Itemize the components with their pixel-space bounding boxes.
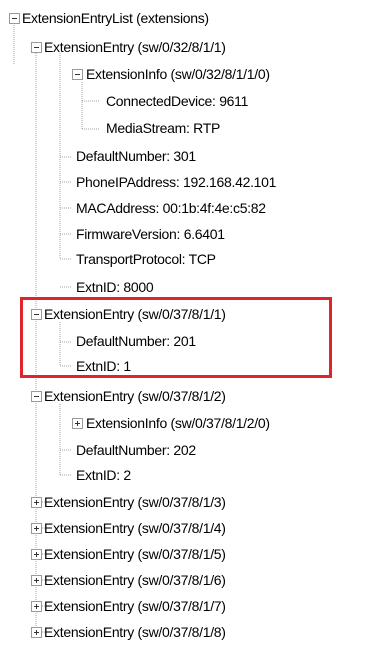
leaf-text: TransportProtocol: TCP xyxy=(76,251,216,267)
leaf-text: MACAddress: 00:1b:4f:4e:c5:82 xyxy=(76,200,266,216)
tree-node-label: ExtensionEntryList (extensions) xyxy=(22,10,209,26)
expand-toggle-icon[interactable] xyxy=(31,601,42,612)
tree-node-entry-3-info[interactable]: ExtensionInfo (sw/0/37/8/1/2/0) xyxy=(0,412,360,434)
expand-toggle-icon[interactable] xyxy=(31,549,42,560)
collapse-toggle-icon[interactable] xyxy=(9,13,20,24)
extension-tree-view[interactable]: ExtensionEntryList (extensions) Extensio… xyxy=(0,0,368,648)
highlight-box xyxy=(20,297,332,378)
leaf-text: FirmwareVersion: 6.6401 xyxy=(76,226,225,242)
leaf-text: ExtnID: 8000 xyxy=(76,279,154,295)
tree-node-root[interactable]: ExtensionEntryList (extensions) xyxy=(0,7,360,29)
tree-node-label: ExtensionEntry (sw/0/37/8/1/6) xyxy=(44,572,226,588)
tree-node-label: ExtensionEntry (sw/0/37/8/1/2) xyxy=(44,388,226,404)
tree-node-label: ExtensionEntry (sw/0/37/8/1/5) xyxy=(44,546,226,562)
expand-toggle-icon[interactable] xyxy=(31,497,42,508)
tree-node-entry-collapsed[interactable]: ExtensionEntry (sw/0/37/8/1/7) xyxy=(0,595,360,617)
tree-node-label: ExtensionInfo (sw/0/37/8/1/2/0) xyxy=(86,415,270,431)
collapse-toggle-icon[interactable] xyxy=(72,69,83,80)
tree-node-entry-1-info[interactable]: ExtensionInfo (sw/0/32/8/1/1/0) xyxy=(0,63,360,85)
collapse-toggle-icon[interactable] xyxy=(31,391,42,402)
tree-node-label: ExtensionEntry (sw/0/37/8/1/7) xyxy=(44,598,226,614)
leaf-text: ConnectedDevice: 9611 xyxy=(106,93,249,109)
tree-node-label: ExtensionEntry (sw/0/37/8/1/4) xyxy=(44,520,226,536)
tree-node-entry-collapsed[interactable]: ExtensionEntry (sw/0/37/8/1/3) xyxy=(0,491,360,513)
tree-node-entry-collapsed[interactable]: ExtensionEntry (sw/0/37/8/1/4) xyxy=(0,517,360,539)
tree-node-entry-collapsed[interactable]: ExtensionEntry (sw/0/37/8/1/8) xyxy=(0,621,360,643)
expand-toggle-icon[interactable] xyxy=(31,575,42,586)
tree-node-label: ExtensionEntry (sw/0/32/8/1/1) xyxy=(44,39,226,55)
tree-node-entry-3[interactable]: ExtensionEntry (sw/0/37/8/1/2) xyxy=(0,385,360,407)
leaf-text: PhoneIPAddress: 192.168.42.101 xyxy=(76,174,277,190)
expand-toggle-icon[interactable] xyxy=(31,627,42,638)
leaf-text: MediaStream: RTP xyxy=(106,120,220,136)
leaf-text: DefaultNumber: 202 xyxy=(76,442,196,458)
expand-toggle-icon[interactable] xyxy=(31,523,42,534)
leaf-text: ExtnID: 2 xyxy=(76,467,131,483)
leaf-text: DefaultNumber: 301 xyxy=(76,148,196,164)
tree-node-entry-collapsed[interactable]: ExtensionEntry (sw/0/37/8/1/5) xyxy=(0,543,360,565)
tree-node-label: ExtensionInfo (sw/0/32/8/1/1/0) xyxy=(86,66,270,82)
tree-node-entry-1[interactable]: ExtensionEntry (sw/0/32/8/1/1) xyxy=(0,36,360,58)
expand-toggle-icon[interactable] xyxy=(72,418,83,429)
collapse-toggle-icon[interactable] xyxy=(31,42,42,53)
tree-node-label: ExtensionEntry (sw/0/37/8/1/3) xyxy=(44,494,226,510)
tree-node-entry-collapsed[interactable]: ExtensionEntry (sw/0/37/8/1/6) xyxy=(0,569,360,591)
tree-node-label: ExtensionEntry (sw/0/37/8/1/8) xyxy=(44,624,226,640)
